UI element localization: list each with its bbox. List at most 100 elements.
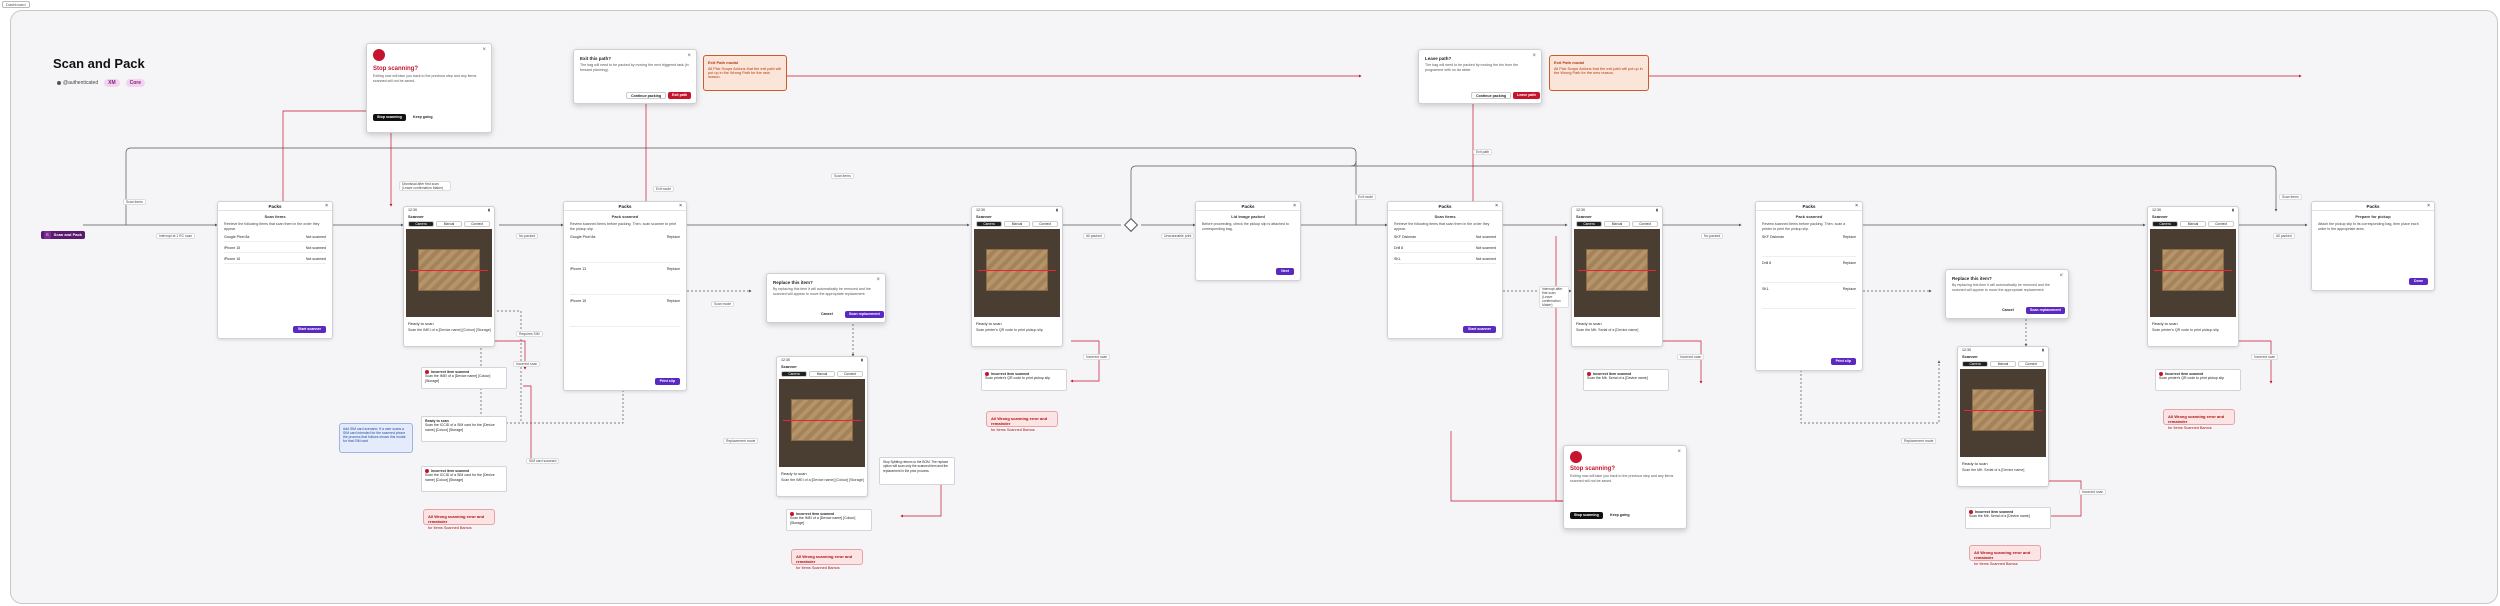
tab-manual[interactable]: Manual xyxy=(1004,221,1030,227)
tab-camera[interactable]: Camera xyxy=(2152,221,2178,227)
scan-replacement-button[interactable]: Scan replacement xyxy=(2026,307,2065,314)
card-header-label: Packs xyxy=(1241,203,1255,209)
scan-hint: Scan the IMEI of a [Device name] [Colour… xyxy=(408,328,491,332)
scanner-phone-4[interactable]: 12:30 ▮ Scanner Camera Manual Connect Ready… xyxy=(1571,206,1663,347)
close-icon[interactable]: × xyxy=(1495,203,1498,209)
replace-item-modal-2[interactable]: × Replace this item? By replacing this i… xyxy=(1945,269,2069,319)
close-icon[interactable]: × xyxy=(1293,203,1296,209)
ready-label: Ready to scan xyxy=(1576,321,1602,326)
tab-connect[interactable]: Connect xyxy=(2208,221,2234,227)
replace-link[interactable]: Replace xyxy=(1843,235,1856,254)
modal-desc: The bag will need to be packed by moving… xyxy=(1425,63,1519,72)
done-button[interactable]: Done xyxy=(2409,278,2428,285)
pill-xm[interactable]: XM xyxy=(104,79,120,87)
replace-link[interactable]: Replace xyxy=(667,299,680,324)
close-icon[interactable]: × xyxy=(482,47,486,53)
scanner-phone-3[interactable]: 12:30 ▮ Scanner Camera Manual Connect Ready… xyxy=(776,356,868,497)
tab-camera[interactable]: Camera xyxy=(976,221,1002,227)
pack-scanned-card-1[interactable]: Packs × Pack scanned Review scanned items… xyxy=(563,201,687,391)
replace-scenario-note: Stop Splitting returns to the BOM. The r… xyxy=(879,457,955,485)
continue-packing-button[interactable]: Continue packing xyxy=(626,92,667,99)
scan-items-card-1[interactable]: Packs × Scan items Retrieve the following… xyxy=(217,201,333,339)
scanner-phone-5[interactable]: 12:30 ▮ Scanner Camera Manual Connect Ready… xyxy=(2147,206,2239,347)
replace-link[interactable]: Replace xyxy=(1843,287,1856,306)
scan-line xyxy=(1964,410,2042,411)
replace-link[interactable]: Replace xyxy=(667,267,680,292)
scanner-phone-6[interactable]: 12:30 ▮ Scanner Camera Manual Connect Ready… xyxy=(1957,346,2049,487)
exit-path-modal[interactable]: × Exit this path? The bag will need to b… xyxy=(573,49,697,104)
keep-going-button[interactable]: Keep going xyxy=(1606,512,1634,519)
state-body: Scan the Mfr. Serial of a [Device name] xyxy=(1969,514,2030,519)
close-icon[interactable]: × xyxy=(679,203,682,209)
print-slip-button[interactable]: Print slip xyxy=(654,378,680,385)
stop-scanning-modal-1[interactable]: × Stop scanning? Exiting now will take y… xyxy=(366,43,492,133)
pill-core[interactable]: Core xyxy=(125,79,146,87)
battery-icon: ▮ xyxy=(2042,348,2044,352)
cancel-button[interactable]: Cancel xyxy=(817,311,837,318)
scan-replacement-button[interactable]: Scan replacement xyxy=(845,311,884,318)
stop-scanning-button[interactable]: Stop scanning xyxy=(373,114,406,121)
close-icon[interactable]: × xyxy=(1677,449,1681,455)
replace-item-modal-1[interactable]: × Replace this item? By replacing this i… xyxy=(766,273,886,323)
modal-desc: The bag will need to be packed by moving… xyxy=(580,63,689,72)
tab-manual[interactable]: Manual xyxy=(436,221,462,227)
tab-camera[interactable]: Camera xyxy=(781,371,807,377)
scanner-phone-2[interactable]: 12:30 ▮ Scanner Camera Manual Connect Ready… xyxy=(971,206,1063,347)
close-icon[interactable]: × xyxy=(325,203,328,209)
tab-manual[interactable]: Manual xyxy=(809,371,835,377)
tab-manual[interactable]: Manual xyxy=(1604,221,1630,227)
keep-going-button[interactable]: Keep going xyxy=(409,114,437,121)
scan-mode-tabs[interactable]: Camera Manual Connect xyxy=(2148,220,2238,228)
scan-line xyxy=(783,420,861,421)
scan-line xyxy=(2154,270,2232,271)
scan-mode-tabs[interactable]: Camera Manual Connect xyxy=(1958,360,2048,368)
start-node[interactable]: S Scan and Pack xyxy=(41,231,85,239)
scan-mode-tabs[interactable]: Camera Manual Connect xyxy=(404,220,494,228)
flow-canvas[interactable]: Scan and Pack @authenticated XM Core S Sc… xyxy=(10,10,2498,604)
scan-mode-tabs[interactable]: Camera Manual Connect xyxy=(972,220,1062,228)
print-slip-button[interactable]: Print slip xyxy=(1830,358,1856,365)
leave-path-button[interactable]: Leave path xyxy=(1513,92,1540,99)
tab-connect[interactable]: Connect xyxy=(2018,361,2044,367)
close-icon[interactable]: × xyxy=(876,277,880,283)
tab-camera[interactable]: Camera xyxy=(1576,221,1602,227)
exit-path-button[interactable]: Exit path xyxy=(668,92,692,99)
start-scanner-button[interactable]: Start scanner xyxy=(293,326,326,333)
tab-connect[interactable]: Connect xyxy=(464,221,490,227)
scan-mode-tabs[interactable]: Camera Manual Connect xyxy=(777,370,867,378)
card-header: Packs × xyxy=(1756,202,1862,211)
continue-packing-button[interactable]: Continue packing xyxy=(1471,92,1512,99)
prepare-pickup-card[interactable]: Packs × Prepare for pickup Attach the pic… xyxy=(2311,201,2435,291)
close-icon[interactable]: × xyxy=(1532,53,1536,59)
next-button[interactable]: Next xyxy=(1276,268,1294,275)
close-icon[interactable]: × xyxy=(1855,203,1858,209)
close-icon[interactable]: × xyxy=(2059,273,2063,279)
stop-scanning-modal-2[interactable]: × Stop scanning? Exiting now will take y… xyxy=(1563,445,1687,529)
scanner-phone-1[interactable]: 12:30 ▮ Scanner Camera Manual Connect Ready… xyxy=(403,206,495,347)
replace-link[interactable]: Replace xyxy=(667,235,680,260)
close-icon[interactable]: × xyxy=(687,53,691,59)
tab-connect[interactable]: Connect xyxy=(1632,221,1658,227)
tab-manual[interactable]: Manual xyxy=(2180,221,2206,227)
tab-connect[interactable]: Connect xyxy=(837,371,863,377)
stop-scanning-button[interactable]: Stop scanning xyxy=(1570,512,1603,519)
list-item: SKF Dishman Not scanned xyxy=(1394,233,1496,243)
replace-link[interactable]: Replace xyxy=(1843,261,1856,280)
close-icon[interactable]: × xyxy=(2427,203,2430,209)
leave-path-modal[interactable]: × Leave path? The bag will need to be pa… xyxy=(1418,49,1542,104)
tab-manual[interactable]: Manual xyxy=(1990,361,2016,367)
start-scanner-button[interactable]: Start scanner xyxy=(1463,326,1496,333)
tab-camera[interactable]: Camera xyxy=(1962,361,1988,367)
warning-icon xyxy=(373,49,385,61)
start-label: Scan and Pack xyxy=(53,232,82,237)
sim-scenario-note: Add SIM card scenario: If a user scans a… xyxy=(339,423,413,453)
pack-scanned-card-2[interactable]: Packs × Pack scanned Review scanned items… xyxy=(1755,201,1863,371)
error-title: All Wrong scanning error and remainder xyxy=(428,514,485,524)
edge-label: Incorrect scan xyxy=(513,361,541,367)
scan-mode-tabs[interactable]: Camera Manual Connect xyxy=(1572,220,1662,228)
print-card[interactable]: Packs × Lid image packed Before proceedin… xyxy=(1195,201,1301,281)
cancel-button[interactable]: Cancel xyxy=(1998,307,2018,314)
scan-items-card-2[interactable]: Packs × Scan items Retrieve the following… xyxy=(1387,201,1503,339)
tab-camera[interactable]: Camera xyxy=(408,221,434,227)
tab-connect[interactable]: Connect xyxy=(1032,221,1058,227)
